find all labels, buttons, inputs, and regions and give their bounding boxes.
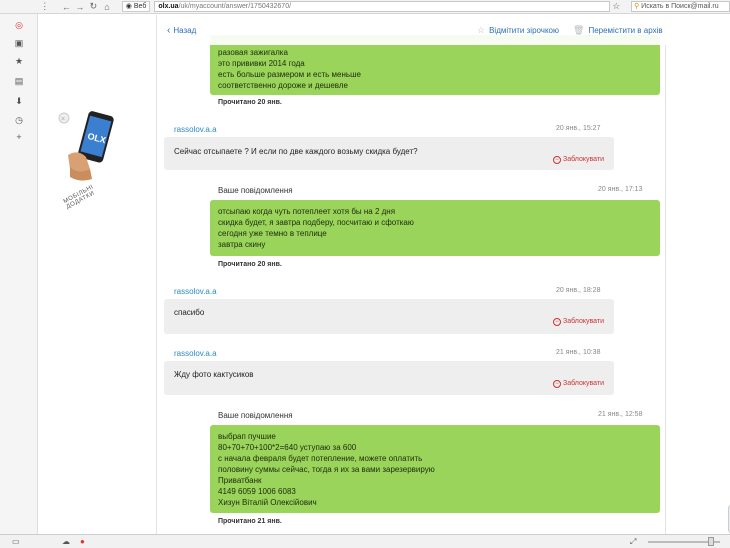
menu-dots-icon[interactable]: ⋮ xyxy=(38,1,52,12)
alert-icon[interactable]: ● xyxy=(80,537,85,546)
message-line: скидка будет, я завтра подберу, посчитаю… xyxy=(218,218,414,227)
message-line: с начала февраля будет потепление, может… xyxy=(218,454,423,463)
forward-arrow-icon[interactable]: → xyxy=(73,2,87,12)
message-date: 21 янв., 12:58 xyxy=(598,411,643,418)
url-bar[interactable]: olx.ua/uk/myaccount/answer/1750432670/ xyxy=(154,1,610,12)
trash-icon: 🗑 xyxy=(573,25,585,35)
message-line: разовая зажигалка xyxy=(218,48,288,57)
back-link[interactable]: ‹ Назад xyxy=(167,25,196,36)
read-status: Прочитано 20 янв. xyxy=(218,99,282,106)
block-user-link[interactable]: − Заблокувати xyxy=(552,156,604,164)
read-status: Прочитано 21 янв. xyxy=(218,518,282,525)
block-label: Заблокувати xyxy=(562,156,604,163)
message-line: это прививки 2014 года xyxy=(218,59,305,68)
message-date: 20 янв., 18:28 xyxy=(556,287,601,294)
message-line: соответственно дороже и дешевле xyxy=(218,81,348,90)
url-path: /uk/myaccount/answer/1750432670/ xyxy=(178,3,292,10)
zoom-slider-handle[interactable] xyxy=(708,537,714,546)
message-line: половину суммы сейчас, тогда я их за вам… xyxy=(218,465,435,474)
message-bubble-incoming: спасибо − Заблокувати xyxy=(164,299,614,334)
block-user-link[interactable]: − Заблокувати xyxy=(552,318,604,326)
conversation: ‹ Назад ☆ Відмітити зірочкою 🗑 Перемістити … xyxy=(156,15,667,534)
message-author[interactable]: rassolov.a.a xyxy=(174,125,217,134)
block-label: Заблокувати xyxy=(562,380,604,387)
reload-icon[interactable]: ↻ xyxy=(87,1,101,12)
site-button[interactable]: ◉ Веб xyxy=(121,1,151,12)
message-line: выбрап пучшие xyxy=(218,432,276,441)
own-message-label: Ваше повідомлення xyxy=(218,186,293,195)
panel-toggle-icon[interactable]: ▭ xyxy=(12,537,20,546)
chevron-left-icon: ‹ xyxy=(167,24,171,36)
block-label: Заблокувати xyxy=(562,318,604,325)
message-line: Приватбанк xyxy=(218,476,262,485)
svg-text:×: × xyxy=(61,116,65,123)
star-action[interactable]: ☆ Відмітити зірочкою xyxy=(477,25,559,36)
notes-icon[interactable]: ▤ xyxy=(13,76,25,88)
block-icon: − xyxy=(552,318,561,326)
message-bubble-incoming: Сейчас отсыпаете ? И если по две каждого… xyxy=(164,137,614,170)
star-outline-icon: ☆ xyxy=(477,25,486,35)
globe-icon: ◉ xyxy=(125,3,132,10)
message-author[interactable]: rassolov.a.a xyxy=(174,349,217,358)
browser-toolbar: ⋮ ← → ↻ ⌂ ◉ Веб olx.ua/uk/myaccount/answ… xyxy=(0,0,730,14)
site-button-label: Веб xyxy=(133,3,147,10)
message-text: Сейчас отсыпаете ? И если по две каждого… xyxy=(174,147,418,156)
message-bubble-incoming: Жду фото кактусиков − Заблокувати xyxy=(164,361,614,395)
message-line: сегодня уже темно в теплице xyxy=(218,229,327,238)
message-line: Хизун Віталій Олексійович xyxy=(218,498,317,507)
mobile-apps-promo[interactable]: × OLX мобільні додатки xyxy=(56,105,116,215)
downloads-icon[interactable]: ⬇ xyxy=(13,96,25,108)
history-clock-icon[interactable]: ◷ xyxy=(13,115,25,127)
cloud-icon[interactable]: ☁ xyxy=(62,537,70,546)
message-line: есть больше размером и есть меньше xyxy=(218,70,361,79)
message-line: завтра скину xyxy=(218,240,266,249)
mailru-icon[interactable]: ◎ xyxy=(13,20,25,32)
message-line: 80+70+70+100*2=640 уступаю за 600 xyxy=(218,443,357,452)
search-icon: ⚲ xyxy=(634,3,640,10)
archive-action[interactable]: 🗑 Перемістити в архів xyxy=(573,25,663,36)
url-domain: olx.ua xyxy=(158,3,179,10)
star-label: Відмітити зірочкою xyxy=(489,26,559,35)
status-bar: ▭ ☁ ● ⤢ xyxy=(0,534,730,548)
search-input[interactable]: ⚲ Искать в Поиск@mail.ru xyxy=(631,1,730,12)
read-status: Прочитано 20 янв. xyxy=(218,261,282,268)
message-author[interactable]: rassolov.a.a xyxy=(174,287,217,296)
message-date: 20 янв., 15:27 xyxy=(556,125,601,132)
message-date: 20 янв., 17:13 xyxy=(598,186,643,193)
apps-icon[interactable]: ▣ xyxy=(13,38,25,50)
favorites-star-icon[interactable]: ★ xyxy=(13,56,25,68)
conversation-topbar: ‹ Назад ☆ Відмітити зірочкою 🗑 Перемістити … xyxy=(157,15,667,45)
bookmark-star-icon[interactable]: ☆ xyxy=(610,1,624,12)
page: × OLX мобільні додатки ‹ Назад ☆ Відмітити… xyxy=(38,15,730,534)
message-bubble-own: выбрап пучшие 80+70+70+100*2=640 уступаю… xyxy=(210,425,660,513)
message-text: Жду фото кактусиков xyxy=(174,370,254,379)
block-user-link[interactable]: − Заблокувати xyxy=(552,380,604,388)
fullscreen-icon[interactable]: ⤢ xyxy=(630,537,636,547)
browser-sidebar: ◎ ▣ ★ ▤ ⬇ ◷ + xyxy=(0,14,38,534)
block-icon: − xyxy=(552,156,561,164)
archive-label: Перемістити в архів xyxy=(588,26,663,35)
message-line: 4149 6059 1006 6083 xyxy=(218,487,296,496)
message-line: отсыпаю когда чуть потеплеет хотя бы на … xyxy=(218,207,396,216)
message-text: спасибо xyxy=(174,308,205,317)
search-placeholder: Искать в Поиск@mail.ru xyxy=(641,3,719,10)
block-icon: − xyxy=(552,380,561,388)
add-icon[interactable]: + xyxy=(13,132,25,144)
own-message-label: Ваше повідомлення xyxy=(218,411,293,420)
message-date: 21 янв., 10:38 xyxy=(556,349,601,356)
back-arrow-icon[interactable]: ← xyxy=(60,2,74,12)
back-label: Назад xyxy=(173,25,197,35)
message-bubble-own: отсыпаю когда чуть потеплеет хотя бы на … xyxy=(210,200,660,256)
home-icon[interactable]: ⌂ xyxy=(100,2,114,12)
